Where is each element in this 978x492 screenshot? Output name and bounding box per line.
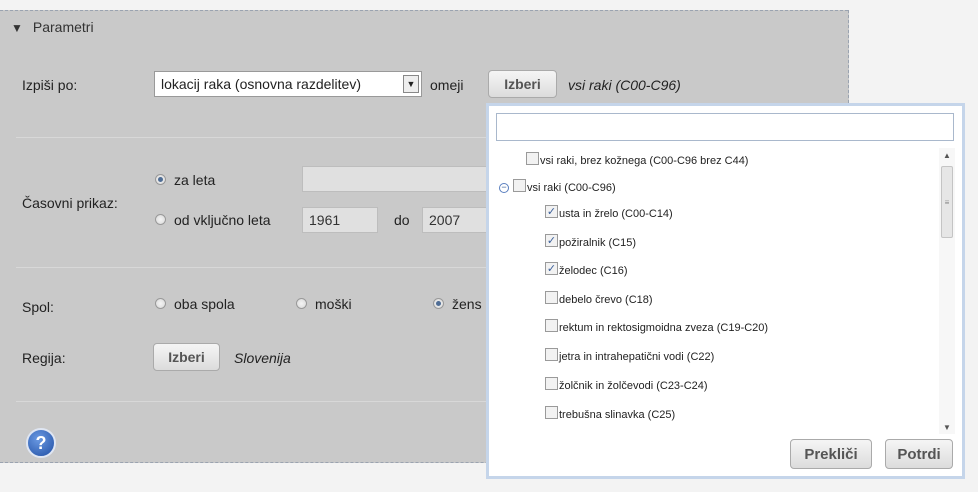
tree-item-label: rektum in rektosigmoidna zveza (C19-C20) [559,321,769,334]
izberi-region-button[interactable]: Izberi [153,343,220,371]
from-year-input[interactable]: 1961 [302,207,378,233]
tree-item[interactable]: rektum in rektosigmoidna zveza (C19-C20) [545,319,769,334]
tree-item[interactable]: − vsi raki (C00-C96) [499,179,616,194]
regija-label: Regija: [22,350,66,366]
collapse-minus-icon[interactable]: − [499,182,509,193]
checkbox[interactable] [545,377,558,390]
chevron-down-icon[interactable]: ▼ [403,75,419,93]
scroll-up-icon[interactable]: ▲ [939,148,955,162]
tree-item-label: želodec (C16) [559,264,628,277]
casovni-label: Časovni prikaz: [22,195,118,211]
tree-item[interactable]: žolčnik in žolčevodi (C23-C24) [545,377,708,392]
tree-item[interactable]: ✓ želodec (C16) [545,262,628,277]
zenske-radio[interactable] [433,298,444,309]
parameters-header[interactable]: ▼ Parametri [11,19,94,35]
checkbox[interactable] [526,152,539,165]
checkbox[interactable] [545,348,558,361]
tree-item[interactable]: ✓ požiralnik (C15) [545,234,637,249]
tree-item[interactable]: trebušna slinavka (C25) [545,406,676,421]
tree-item[interactable]: jetra in intrahepatični vodi (C22) [545,348,715,363]
od-leta-label: od vključno leta [174,212,271,228]
tree-item[interactable]: ✓ usta in žrelo (C00-C14) [545,205,673,220]
tree-item-label: vsi raki (C00-C96) [527,181,616,194]
confirm-button[interactable]: Potrdi [885,439,953,469]
panel-top-border [0,10,848,11]
tree-item-label: žolčnik in žolčevodi (C23-C24) [559,379,708,392]
moski-radio[interactable] [296,298,307,309]
omeji-label: omeji [430,77,464,93]
tree-item-label: požiralnik (C15) [559,236,637,249]
oba-spola-radio[interactable] [155,298,166,309]
tree-item-label: jetra in intrahepatični vodi (C22) [559,350,715,363]
checkbox[interactable]: ✓ [545,205,558,218]
izpisi-select-value: lokacij raka (osnovna razdelitev) [161,76,361,92]
tree-item-label: vsi raki, brez kožnega (C00-C96 brez C44… [540,154,749,167]
izpisi-select[interactable]: lokacij raka (osnovna razdelitev) ▼ [154,71,422,97]
do-label: do [394,212,410,228]
izpisi-label: Izpiši po: [22,77,78,93]
za-leta-radio[interactable] [155,174,166,185]
question-icon[interactable]: ? [26,428,56,458]
checkbox[interactable]: ✓ [545,262,558,275]
izberi-location-button[interactable]: Izberi [488,70,557,98]
tree-item[interactable]: debelo črevo (C18) [545,291,653,306]
tree-item-label: debelo črevo (C18) [559,293,653,306]
cancel-button[interactable]: Prekliči [790,439,872,469]
location-tree: vsi raki, brez kožnega (C00-C96 brez C44… [496,146,936,434]
checkbox[interactable] [545,406,558,419]
zenske-label: žens [452,296,482,312]
checkbox[interactable]: ✓ [545,234,558,247]
moski-label: moški [315,296,352,312]
parameters-title: Parametri [32,19,94,35]
scroll-thumb[interactable]: ≡ [941,166,953,238]
year-list-input[interactable] [302,166,490,192]
selected-location-text: vsi raki (C00-C96) [568,77,681,93]
popup-search-input[interactable] [496,113,954,141]
od-leta-radio[interactable] [155,214,166,225]
scroll-down-icon[interactable]: ▼ [939,420,955,434]
spol-label: Spol: [22,299,54,315]
selected-region-text: Slovenija [234,350,291,366]
tree-item[interactable]: vsi raki, brez kožnega (C00-C96 brez C44… [526,152,749,167]
tree-item-label: usta in žrelo (C00-C14) [559,207,673,220]
checkbox[interactable] [545,319,558,332]
tree-item-label: trebušna slinavka (C25) [559,408,676,421]
to-year-input[interactable]: 2007 [422,207,490,233]
checkbox[interactable] [545,291,558,304]
checkbox[interactable] [513,179,526,192]
tree-scrollbar[interactable]: ▲ ≡ ▼ [939,148,955,434]
za-leta-label: za leta [174,172,216,188]
oba-spola-label: oba spola [174,296,235,312]
collapse-triangle-icon[interactable]: ▼ [11,21,23,35]
location-picker-popup: vsi raki, brez kožnega (C00-C96 brez C44… [486,103,965,479]
